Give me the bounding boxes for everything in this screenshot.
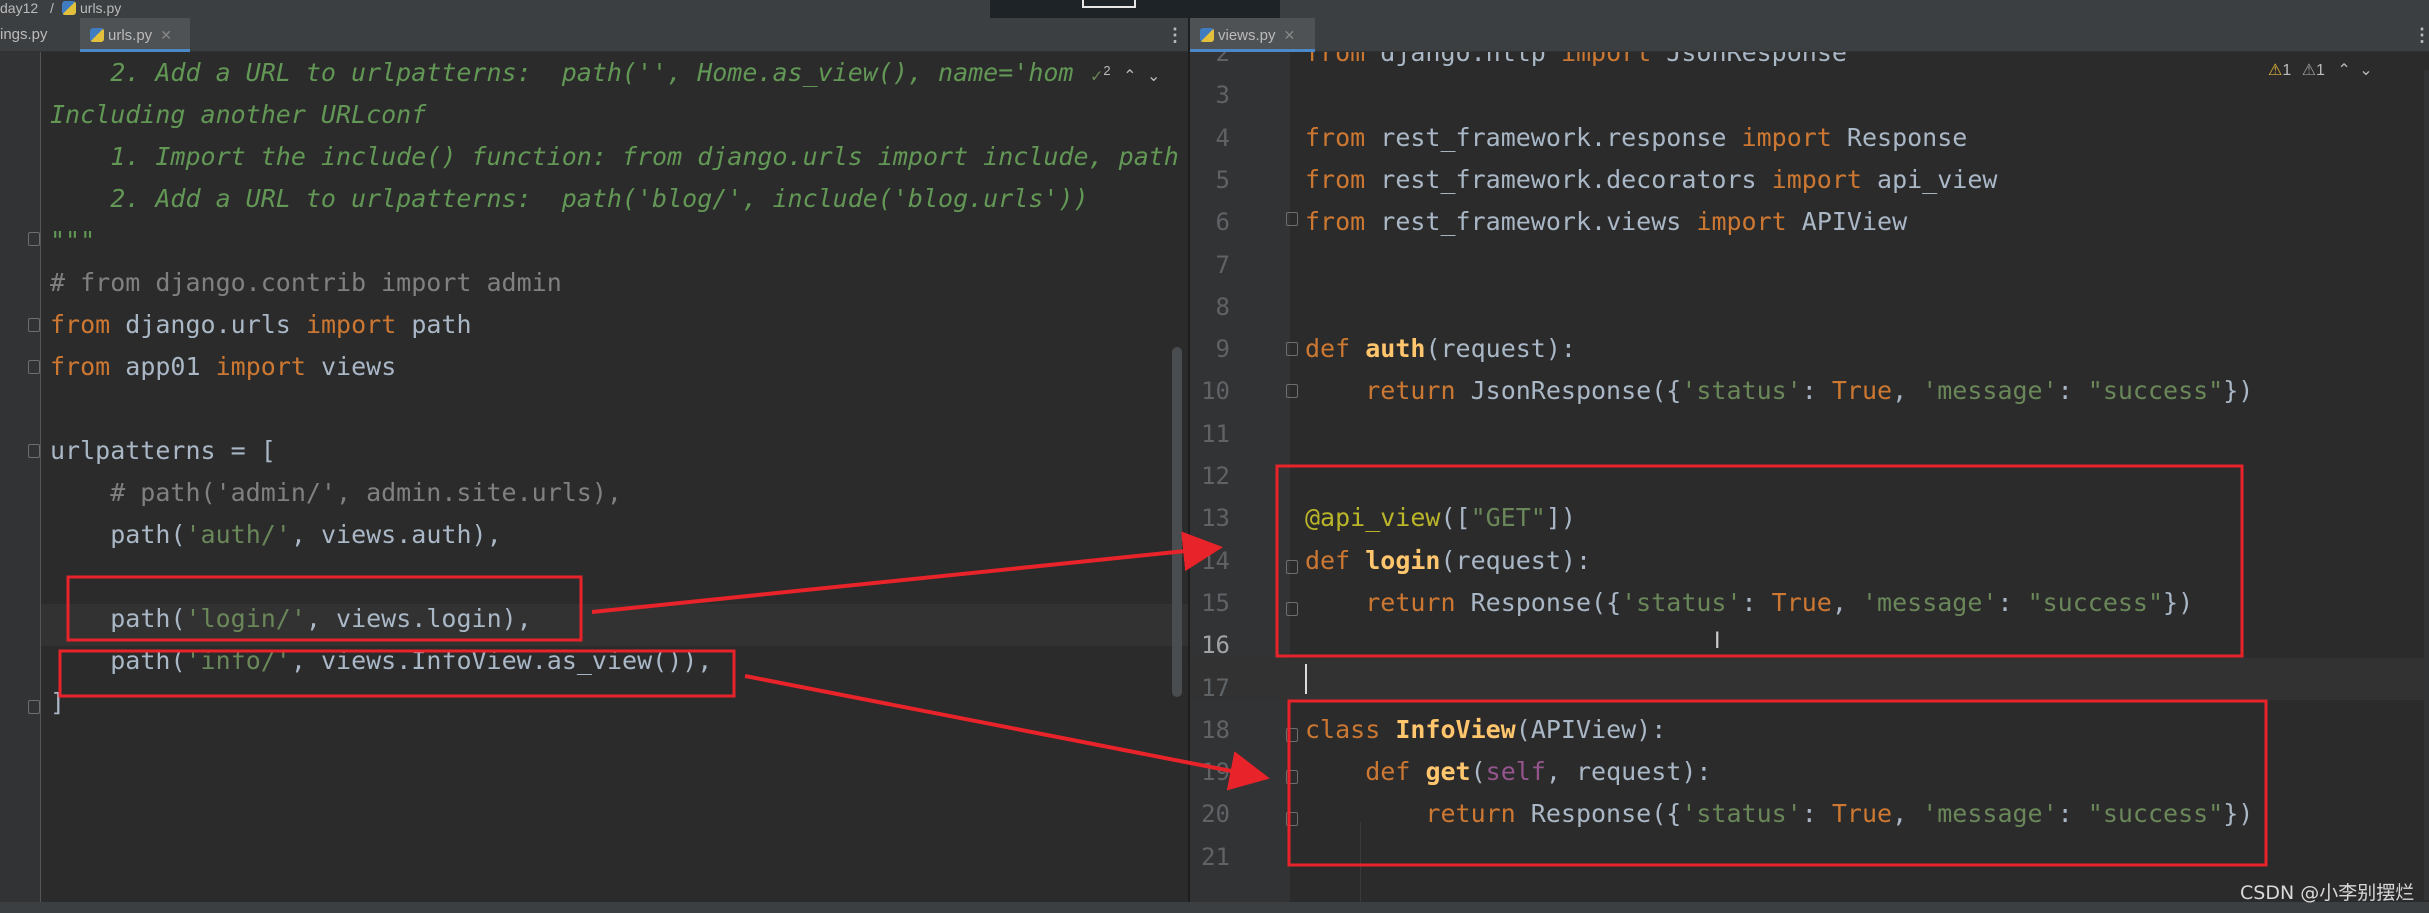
annotation-arrow-info [744,674,1270,791]
annotation-box-infoview-class [1287,699,2268,867]
annotation-arrow-login [591,531,1223,614]
annotation-box-info-url [58,649,736,698]
annotation-box-login-url [66,575,583,642]
watermark: CSDN @小李别摆烂 [2240,882,2415,904]
annotation-box-login-view [1275,464,2244,658]
annotation-overlay [58,464,2268,867]
